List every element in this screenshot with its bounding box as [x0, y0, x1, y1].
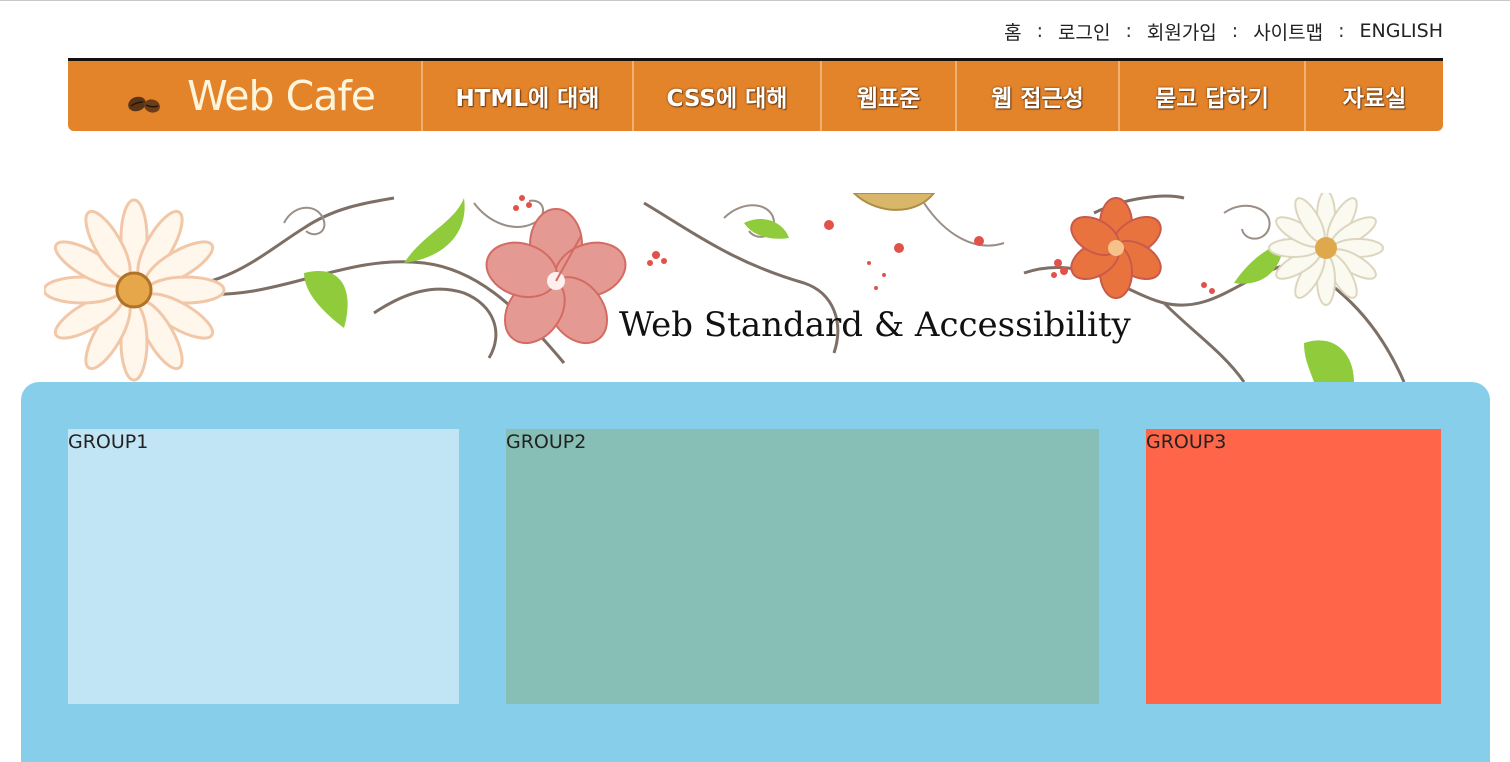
hero-banner: Web Standard & Accessibility [44, 193, 1444, 382]
group-2: GROUP2 [506, 429, 1099, 704]
util-separator: : [1338, 20, 1345, 42]
sitemap-link[interactable]: 사이트맵 [1253, 18, 1323, 45]
logo-text: Web Cafe [187, 72, 376, 120]
menu-item-html[interactable]: HTML에 대해 [421, 61, 632, 131]
menu-item-css[interactable]: CSS에 대해 [632, 61, 820, 131]
login-link[interactable]: 로그인 [1058, 18, 1110, 45]
banner-title: Web Standard & Accessibility [619, 305, 1131, 345]
top-divider [0, 0, 1510, 1]
util-separator: : [1125, 20, 1132, 42]
menu-item-accessibility[interactable]: 웹 접근성 [955, 61, 1118, 131]
utility-nav: 홈 : 로그인 : 회원가입 : 사이트맵 : ENGLISH [1004, 18, 1443, 45]
signup-link[interactable]: 회원가입 [1147, 18, 1217, 45]
util-separator: : [1231, 20, 1239, 42]
group-1: GROUP1 [68, 429, 459, 704]
group-3: GROUP3 [1146, 429, 1441, 704]
site-logo[interactable]: Web Cafe [68, 61, 421, 131]
menu-item-web-standard[interactable]: 웹표준 [820, 61, 955, 131]
coffee-beans-icon [128, 96, 160, 113]
menu-item-resources[interactable]: 자료실 [1304, 61, 1443, 131]
main-menu: HTML에 대해 CSS에 대해 웹표준 웹 접근성 묻고 답하기 자료실 [421, 61, 1443, 131]
global-nav-bar: Web Cafe HTML에 대해 CSS에 대해 웹표준 웹 접근성 묻고 답… [68, 58, 1443, 131]
content-container: GROUP1 GROUP2 GROUP3 [21, 382, 1490, 762]
home-link[interactable]: 홈 [1004, 18, 1021, 45]
util-separator: : [1036, 20, 1043, 42]
floral-banner-illustration [44, 193, 1406, 382]
english-link[interactable]: ENGLISH [1360, 20, 1443, 42]
menu-item-qna[interactable]: 묻고 답하기 [1118, 61, 1304, 131]
